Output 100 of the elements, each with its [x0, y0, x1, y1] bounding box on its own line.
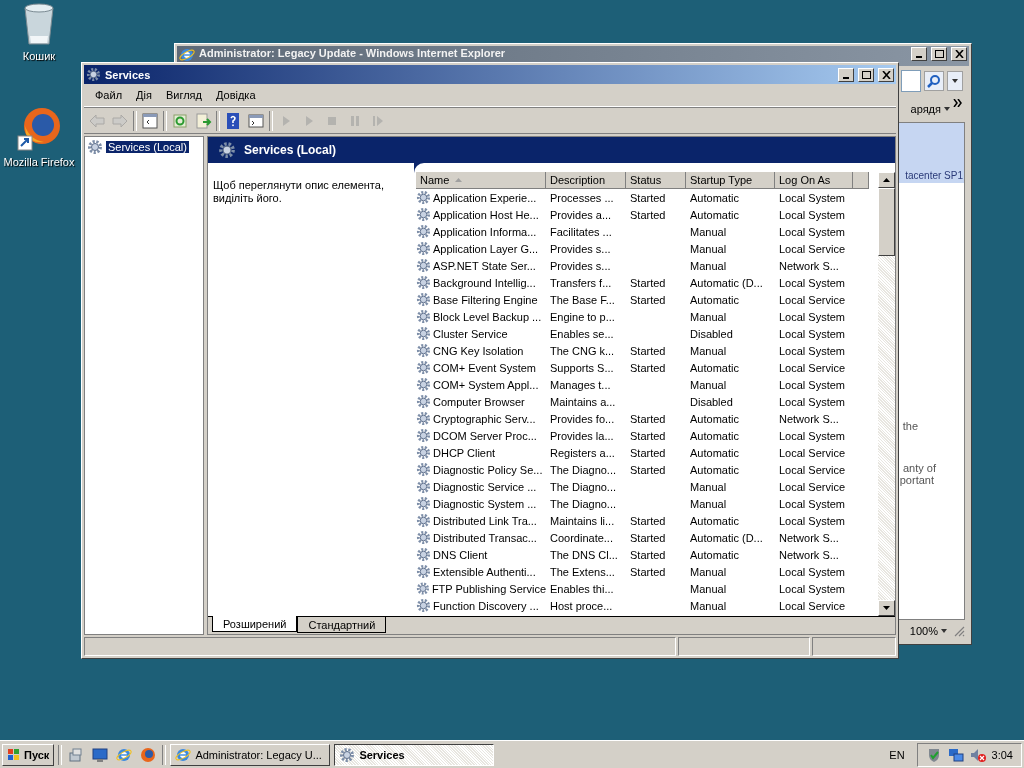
desktop-icon-label[interactable]: Кошик — [22, 50, 56, 62]
table-cell[interactable]: Diagnostic Policy Se... — [416, 462, 546, 477]
minimize-icon — [843, 76, 849, 79]
taskbar-button[interactable]: Services — [334, 743, 495, 766]
column-header[interactable]: Startup Type — [686, 172, 775, 189]
table-cell[interactable]: DHCP Client — [416, 445, 546, 460]
taskbar-button[interactable]: Administrator: Legacy U... — [170, 743, 331, 766]
search-field[interactable] — [901, 70, 921, 92]
minimize-button[interactable] — [911, 47, 927, 61]
view-tab[interactable]: Стандартний — [297, 617, 387, 633]
table-cell[interactable]: Extensible Authenti... — [416, 564, 546, 579]
table-cell-text: Local System — [778, 191, 847, 204]
table-cell[interactable]: Diagnostic Service ... — [416, 479, 546, 494]
scrollbar[interactable] — [878, 172, 895, 616]
table-cell[interactable]: Computer Browser — [416, 394, 546, 409]
gear-icon — [416, 326, 431, 341]
scroll-down-button[interactable] — [878, 600, 895, 616]
gear-icon — [416, 530, 431, 545]
table-cell-text: Local Service — [778, 242, 847, 255]
maximize-button[interactable] — [858, 67, 874, 82]
language-indicator[interactable]: EN — [881, 748, 913, 761]
network-icon[interactable] — [947, 746, 964, 763]
table-cell-text: Automatic — [689, 429, 740, 442]
table-cell[interactable]: Distributed Transac... — [416, 530, 546, 545]
search-options-button[interactable] — [947, 71, 963, 91]
table-cell-text: Transfers f... — [549, 276, 613, 289]
table-cell-text: Network S... — [778, 531, 840, 544]
menu-item[interactable]: Файл — [88, 89, 130, 101]
tree-item[interactable]: Services (Local) — [106, 141, 189, 153]
table-cell-text: Registers a... — [549, 446, 616, 459]
export-button[interactable] — [193, 110, 213, 131]
search-button[interactable] — [924, 71, 944, 91]
clock[interactable]: 3:04 — [991, 748, 1013, 761]
desktop-icon-label[interactable]: Mozilla Firefox — [3, 156, 75, 168]
maximize-button[interactable] — [931, 47, 947, 61]
table-cell[interactable]: FTP Publishing Service — [416, 581, 546, 596]
table-cell-text: Started — [629, 429, 667, 442]
table-cell-text: Manual — [689, 599, 728, 612]
recycle-bin-icon[interactable] — [21, 2, 57, 46]
menu-item[interactable]: Дія — [129, 89, 159, 101]
resize-grip-icon[interactable] — [953, 625, 965, 637]
table-cell[interactable]: Diagnostic System ... — [416, 496, 546, 511]
table-cell[interactable]: Application Host He... — [416, 207, 546, 222]
caret-icon — [952, 79, 958, 83]
column-header[interactable]: Log On As — [775, 172, 853, 189]
table-cell-text: Started — [629, 276, 667, 289]
view-tab[interactable]: Розширений — [212, 616, 298, 632]
table-cell[interactable]: COM+ System Appl... — [416, 377, 546, 392]
table-cell[interactable]: Distributed Link Tra... — [416, 513, 546, 528]
table-cell-text: Enables se... — [549, 327, 615, 340]
table-cell-text: Provides s... — [549, 242, 612, 255]
table-cell[interactable]: ASP.NET State Ser... — [416, 258, 546, 273]
table-cell-text: Automatic — [689, 361, 740, 374]
table-cell[interactable]: Application Layer G... — [416, 241, 546, 256]
table-cell-text: The Base F... — [549, 293, 616, 306]
table-cell-text: Started — [629, 293, 667, 306]
table-cell-text: Host proce... — [549, 599, 614, 612]
scroll-up-button[interactable] — [878, 172, 895, 188]
gear-icon — [416, 292, 431, 307]
table-cell[interactable]: CNG Key Isolation — [416, 343, 546, 358]
table-cell[interactable]: DCOM Server Proc... — [416, 428, 546, 443]
table-cell-text: Started — [629, 446, 667, 459]
table-cell[interactable]: Cluster Service — [416, 326, 546, 341]
console-tree-button[interactable] — [140, 110, 160, 131]
table-cell-text: Automatic (D... — [689, 276, 764, 289]
table-cell-text: Started — [629, 344, 667, 357]
table-cell[interactable]: Cryptographic Serv... — [416, 411, 546, 426]
table-cell[interactable]: Background Intellig... — [416, 275, 546, 290]
page-text: anty of — [902, 462, 937, 474]
firefox-icon[interactable] — [16, 106, 62, 152]
menu-item[interactable]: Вигляд — [158, 89, 209, 101]
panel-title: Services (Local) — [244, 143, 337, 157]
column-header[interactable]: Status — [626, 172, 686, 189]
table-cell-text: Local System — [778, 565, 847, 578]
close-button[interactable] — [951, 47, 967, 61]
table-cell-text: The Diagno... — [549, 497, 618, 510]
gear-icon — [416, 275, 431, 290]
start-button[interactable]: Пуск — [2, 743, 55, 766]
table-cell-text: The CNG k... — [549, 344, 616, 357]
chevron-icon[interactable] — [953, 99, 963, 107]
zoom-button[interactable]: 100% — [909, 625, 947, 637]
gear-icon — [416, 360, 431, 375]
table-cell[interactable]: Block Level Backup ... — [416, 309, 546, 324]
table-cell-text: The Extens... — [549, 565, 616, 578]
table-cell[interactable]: Base Filtering Engine — [416, 292, 546, 307]
minimize-button[interactable] — [838, 67, 854, 82]
scrollbar-thumb[interactable] — [878, 188, 895, 256]
table-cell[interactable]: Function Discovery ... — [416, 598, 546, 613]
table-cell[interactable]: Application Experie... — [416, 190, 546, 205]
tools-menu-button[interactable]: арядя — [910, 103, 950, 115]
column-header[interactable]: Name — [416, 172, 546, 189]
minimize-icon — [916, 56, 922, 58]
menu-item[interactable]: Довідка — [208, 89, 263, 101]
table-cell-text: Manual — [689, 242, 728, 255]
close-button[interactable] — [878, 67, 894, 82]
gear-icon — [339, 746, 356, 763]
table-cell[interactable]: COM+ Event System — [416, 360, 546, 375]
table-cell[interactable]: Application Informa... — [416, 224, 546, 239]
table-cell[interactable]: DNS Client — [416, 547, 546, 562]
column-header[interactable]: Description — [546, 172, 626, 189]
